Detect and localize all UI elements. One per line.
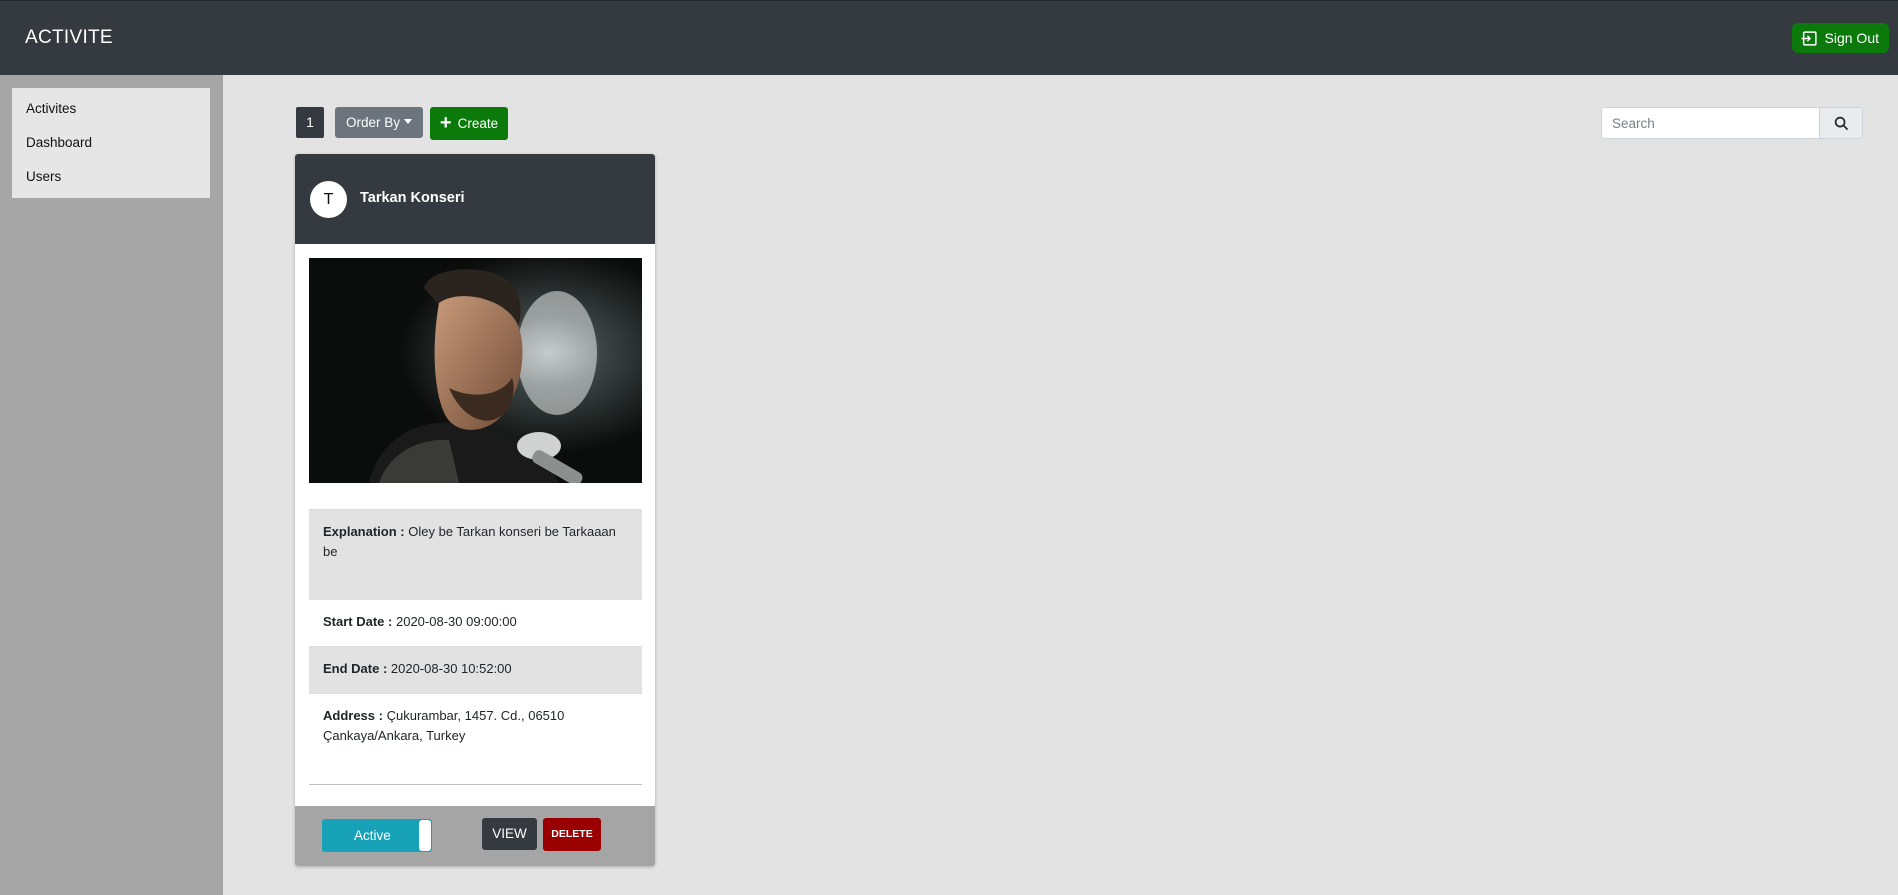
search-bar xyxy=(1601,107,1863,139)
activity-title: Tarkan Konseri xyxy=(360,190,465,206)
explanation-label: Explanation : xyxy=(323,524,405,539)
sign-out-button[interactable]: Sign Out xyxy=(1791,23,1889,53)
singer-photo-image xyxy=(309,258,642,483)
sidebar-item-dashboard[interactable]: Dashboard xyxy=(12,126,210,160)
sidebar-item-users[interactable]: Users xyxy=(12,160,210,194)
order-by-dropdown[interactable]: Order By xyxy=(335,107,423,138)
start-date-row: Start Date : 2020-08-30 09:00:00 xyxy=(309,599,642,646)
end-date-value: 2020-08-30 10:52:00 xyxy=(390,661,512,676)
create-button[interactable]: + Create xyxy=(430,107,508,140)
top-navbar: ACTIVITE Sign Out xyxy=(0,0,1898,75)
sidebar-menu: Activites Dashboard Users xyxy=(12,88,210,198)
card-header: T Tarkan Konseri xyxy=(295,154,655,244)
create-label: Create xyxy=(457,116,499,131)
end-date-row: End Date : 2020-08-30 10:52:00 xyxy=(309,646,642,693)
activity-image xyxy=(309,258,642,483)
order-by-label: Order By xyxy=(345,115,400,130)
address-label: Address : xyxy=(323,708,383,723)
start-date-value: 2020-08-30 09:00:00 xyxy=(395,614,517,629)
sign-out-icon xyxy=(1801,30,1817,46)
sidebar-item-activites[interactable]: Activites xyxy=(12,92,210,126)
search-icon xyxy=(1834,116,1848,130)
explanation-row: Explanation : Oley be Tarkan konseri be … xyxy=(309,509,642,599)
app-brand[interactable]: ACTIVITE xyxy=(25,27,113,49)
sidebar: Activites Dashboard Users xyxy=(0,75,223,895)
card-footer: Active VIEW DELETE xyxy=(295,806,655,866)
start-date-label: Start Date : xyxy=(323,614,393,629)
end-date-label: End Date : xyxy=(323,661,388,676)
caret-down-icon xyxy=(404,118,412,124)
page-number-button[interactable]: 1 xyxy=(296,107,324,138)
sign-out-label: Sign Out xyxy=(1824,30,1879,46)
active-toggle-label: Active xyxy=(354,828,391,843)
delete-button[interactable]: DELETE xyxy=(543,818,601,851)
activity-details: Explanation : Oley be Tarkan konseri be … xyxy=(309,509,642,785)
plus-icon: + xyxy=(439,111,452,134)
search-input[interactable] xyxy=(1601,107,1820,139)
avatar: T xyxy=(310,181,347,218)
activity-card: T Tarkan Konseri Explanation: Oley be T… xyxy=(295,154,655,866)
active-toggle[interactable]: Active xyxy=(322,819,432,852)
toggle-knob xyxy=(419,820,431,851)
view-button[interactable]: VIEW xyxy=(482,818,537,850)
address-row: Address : Çukurambar, 1457. Cd., 06510 Ç… xyxy=(309,693,642,784)
search-button[interactable] xyxy=(1820,107,1863,139)
